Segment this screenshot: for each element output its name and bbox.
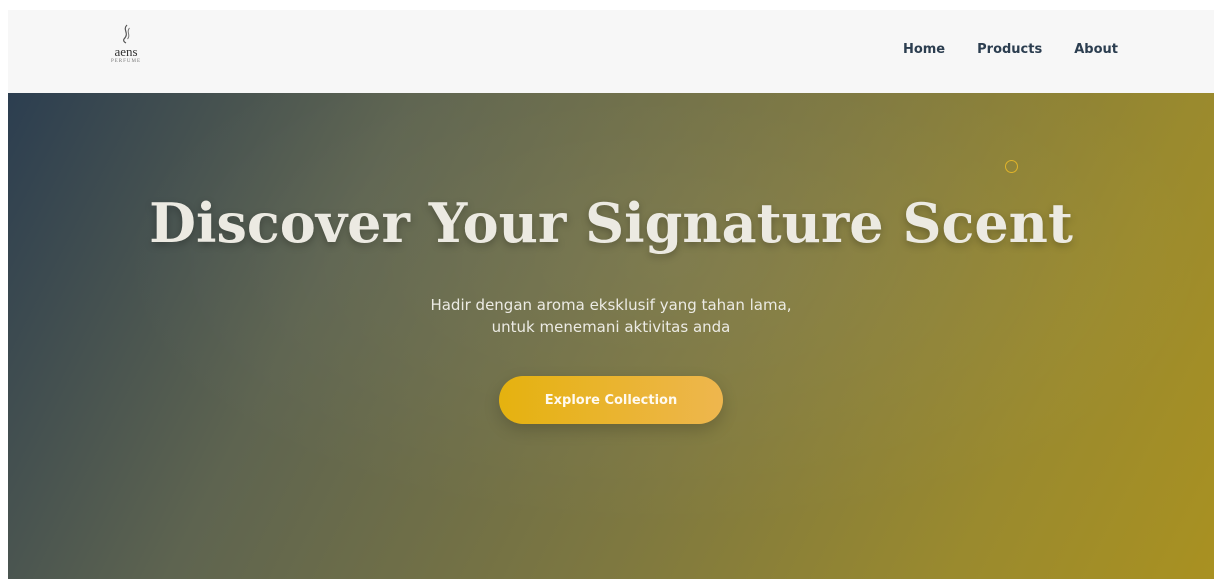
explore-collection-button[interactable]: Explore Collection (499, 376, 723, 424)
navbar: aens PERFUME Home Products About (8, 10, 1214, 93)
brand-name: aens (114, 44, 138, 59)
hero-subtitle-line-1: Hadir dengan aroma eksklusif yang tahan … (430, 296, 792, 314)
nav-about-link[interactable]: About (1074, 41, 1118, 59)
hero-subtitle: Hadir dengan aroma eksklusif yang tahan … (8, 294, 1214, 338)
hero-subtitle-line-2: untuk menemani aktivitas anda (491, 318, 731, 336)
hero-section: Discover Your Signature Scent Hadir deng… (8, 93, 1214, 579)
hero-title: Discover Your Signature Scent (149, 191, 1073, 255)
brand-logo[interactable]: aens PERFUME (104, 24, 148, 80)
page: aens PERFUME Home Products About Discove… (8, 10, 1214, 579)
main-nav: Home Products About (903, 41, 1118, 59)
ring-icon (1005, 160, 1018, 173)
nav-home-link[interactable]: Home (903, 41, 945, 59)
nav-products-link[interactable]: Products (977, 41, 1042, 59)
flame-swirl-icon (123, 24, 130, 44)
brand-tagline: PERFUME (110, 59, 142, 64)
